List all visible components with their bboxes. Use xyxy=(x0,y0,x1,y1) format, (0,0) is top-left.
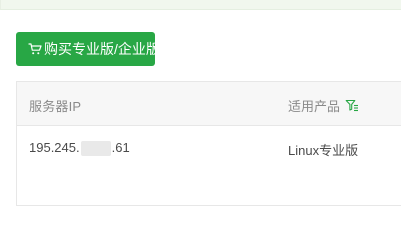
server-ip-prefix: 195.245. xyxy=(29,140,80,155)
notice-banner xyxy=(0,0,401,10)
table-header: 服务器IP 适用产品 xyxy=(17,82,401,126)
filter-icon[interactable] xyxy=(345,99,359,113)
server-ip-cell: 195.245. .61 xyxy=(29,140,130,156)
product-cell: Linux专业版 xyxy=(288,143,359,158)
cart-icon xyxy=(28,42,44,56)
ip-redaction-mask xyxy=(80,141,111,156)
column-header-product: 适用产品 xyxy=(288,96,359,115)
column-header-server-ip: 服务器IP xyxy=(29,99,82,114)
column-header-product-label: 适用产品 xyxy=(288,99,341,114)
buy-button-label: 购买专业版/企业版 xyxy=(44,41,160,57)
server-ip-suffix: .61 xyxy=(111,140,130,155)
buy-pro-enterprise-button[interactable]: 购买专业版/企业版 xyxy=(16,32,160,66)
table-row: 195.245. .61 Linux专业版 xyxy=(17,126,401,170)
server-table: 服务器IP 适用产品 195.245. .61 Linux专业版 xyxy=(16,81,401,206)
